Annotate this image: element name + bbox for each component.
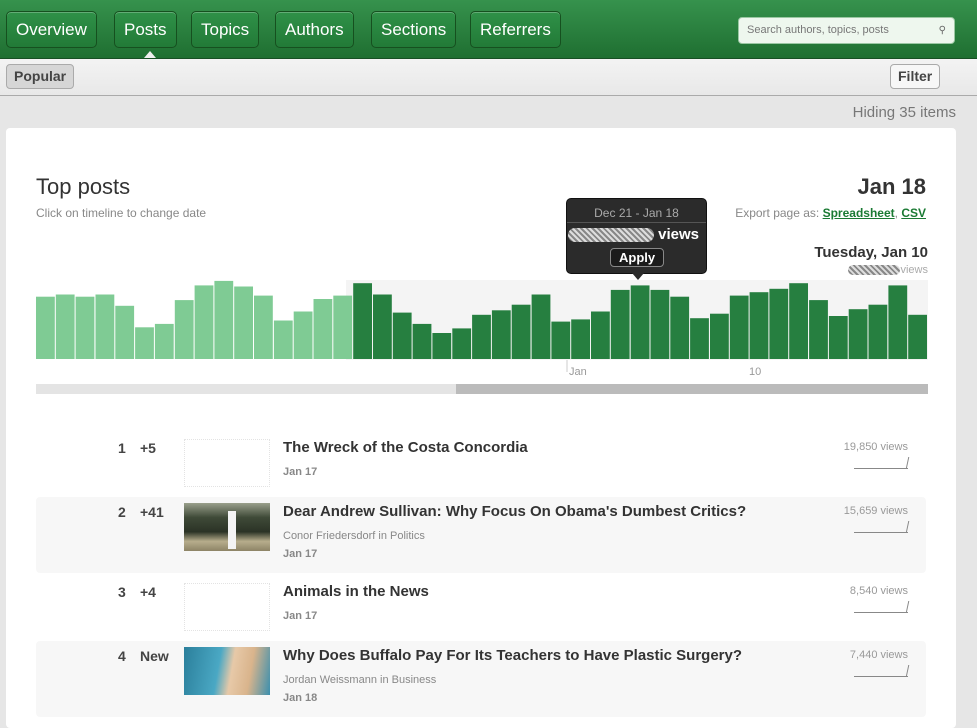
timeline-chart[interactable]: Jan 10	[0, 0, 977, 400]
rank-change: +5	[140, 440, 156, 456]
x-tick-10: 10	[749, 366, 761, 378]
chart-bar[interactable]	[710, 313, 729, 359]
chart-bar[interactable]	[491, 310, 511, 359]
chart-bar[interactable]	[848, 309, 868, 359]
post-row[interactable]: 4 New Why Does Buffalo Pay For Its Teach…	[36, 641, 926, 717]
post-date: Jan 18	[283, 692, 318, 704]
chart-bar[interactable]	[888, 285, 908, 359]
range-tooltip: Dec 21 - Jan 18 views Apply	[566, 198, 707, 280]
rank-change: New	[140, 648, 169, 664]
chart-bar[interactable]	[55, 294, 75, 360]
chart-bar[interactable]	[75, 296, 95, 359]
chart-bar[interactable]	[95, 294, 115, 360]
redacted-value	[848, 265, 901, 276]
post-views: 8,540 views	[849, 585, 908, 597]
post-thumbnail-empty[interactable]	[184, 439, 270, 487]
chart-bar[interactable]	[273, 320, 293, 360]
chart-bar[interactable]	[729, 295, 749, 359]
apply-button[interactable]: Apply	[610, 248, 665, 267]
chart-bar[interactable]	[373, 294, 392, 360]
timeline-scrollbar-thumb[interactable]	[456, 384, 928, 394]
tooltip-views-label: views	[658, 226, 699, 243]
post-title-link[interactable]: Animals in the News	[283, 583, 429, 600]
redacted-value	[567, 228, 654, 243]
chart-bar[interactable]	[769, 288, 789, 359]
chart-bar[interactable]	[551, 321, 571, 359]
rank-change: +41	[140, 504, 164, 520]
chart-bar[interactable]	[392, 312, 412, 359]
chart-bar[interactable]	[174, 300, 194, 359]
post-rank: 1	[118, 440, 126, 456]
person-figure	[228, 511, 236, 549]
post-views: 7,440 views	[849, 649, 908, 661]
chart-bar[interactable]	[650, 289, 670, 359]
chart-bar[interactable]	[511, 304, 531, 359]
post-rank: 3	[118, 584, 126, 600]
post-thumbnail[interactable]	[184, 647, 270, 695]
chart-bar[interactable]	[313, 299, 333, 359]
chart-bar[interactable]	[610, 289, 630, 359]
chart-bar[interactable]	[908, 314, 927, 359]
post-thumbnail[interactable]	[184, 503, 270, 551]
post-title-link[interactable]: The Wreck of the Costa Concordia	[283, 439, 528, 456]
post-author[interactable]: Jordan Weissmann in Business	[283, 674, 436, 686]
chart-bar[interactable]	[135, 327, 154, 359]
post-rank: 4	[118, 648, 126, 664]
chart-bar[interactable]	[353, 283, 372, 359]
post-title-link[interactable]: Dear Andrew Sullivan: Why Focus On Obama…	[283, 503, 746, 520]
chart-bar[interactable]	[868, 304, 888, 359]
chart-bar[interactable]	[36, 296, 55, 359]
chart-bar[interactable]	[432, 333, 452, 359]
chart-bar[interactable]	[234, 286, 253, 360]
chart-bar[interactable]	[293, 311, 313, 360]
hover-day: Tuesday, Jan 10	[814, 244, 928, 261]
chart-bar[interactable]	[809, 300, 828, 359]
chart-bar[interactable]	[789, 283, 808, 359]
post-title-link[interactable]: Why Does Buffalo Pay For Its Teachers to…	[283, 647, 742, 664]
chart-bar[interactable]	[194, 285, 214, 359]
chart-bar[interactable]	[571, 319, 590, 359]
chart-bar[interactable]	[531, 294, 551, 360]
post-row[interactable]: 1 +5 The Wreck of the Costa Concordia Jan…	[36, 433, 926, 493]
chart-bar[interactable]	[254, 295, 273, 359]
post-date: Jan 17	[283, 548, 318, 560]
chart-bar[interactable]	[828, 316, 848, 359]
chart-bar[interactable]	[154, 323, 174, 359]
post-views: 15,659 views	[843, 505, 908, 517]
chart-bar[interactable]	[214, 280, 234, 359]
post-row[interactable]: 2 +41 Dear Andrew Sullivan: Why Focus On…	[36, 497, 926, 573]
chart-bar[interactable]	[412, 323, 432, 359]
hover-views: views	[848, 264, 928, 276]
views-sparkline	[854, 665, 908, 677]
chart-bar[interactable]	[749, 292, 769, 359]
post-views: 19,850 views	[843, 441, 908, 453]
post-rank: 2	[118, 504, 126, 520]
chart-bar[interactable]	[670, 296, 690, 359]
hover-views-label: views	[900, 264, 928, 276]
chart-bar[interactable]	[472, 314, 491, 359]
post-row[interactable]: 3 +4 Animals in the News Jan 17 8,540 vie…	[36, 577, 926, 637]
post-author[interactable]: Conor Friedersdorf in Politics	[283, 530, 425, 542]
x-tick-jan: Jan	[569, 366, 587, 378]
views-sparkline	[854, 457, 908, 469]
chart-bar[interactable]	[333, 295, 353, 359]
post-date: Jan 17	[283, 466, 318, 478]
chart-bar[interactable]	[630, 285, 650, 359]
chart-bar[interactable]	[690, 318, 709, 359]
rank-change: +4	[140, 584, 156, 600]
views-sparkline	[854, 601, 908, 613]
chart-bar[interactable]	[591, 311, 610, 360]
views-sparkline	[854, 521, 908, 533]
post-thumbnail-empty[interactable]	[184, 583, 270, 631]
chart-bar[interactable]	[115, 305, 135, 359]
tooltip-range: Dec 21 - Jan 18	[567, 199, 706, 223]
tooltip-views: views	[567, 226, 706, 243]
chart-bar[interactable]	[452, 328, 472, 359]
post-date: Jan 17	[283, 610, 318, 622]
